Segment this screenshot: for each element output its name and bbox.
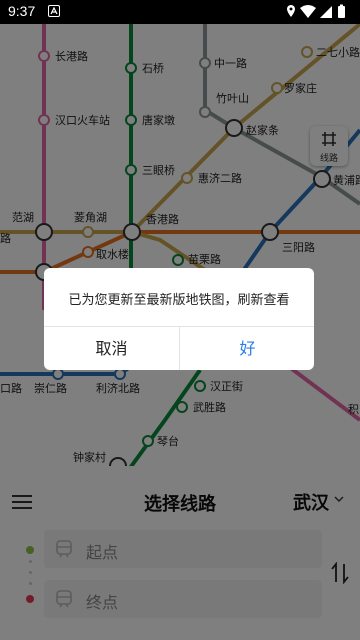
status-icons <box>287 4 345 18</box>
wifi-icon <box>300 5 316 18</box>
location-icon <box>287 5 295 17</box>
update-dialog: 已为您更新至最新版地铁图，刷新查看 取消 好 <box>44 268 314 370</box>
cancel-button[interactable]: 取消 <box>44 327 179 370</box>
app-a-icon <box>48 5 60 17</box>
signal-icon <box>320 6 332 18</box>
ok-button[interactable]: 好 <box>180 327 314 370</box>
status-time: 9:37 <box>8 3 36 19</box>
dialog-message: 已为您更新至最新版地铁图，刷新查看 <box>68 293 290 308</box>
battery-icon <box>338 6 345 18</box>
status-bar: 9:37 <box>0 0 360 24</box>
